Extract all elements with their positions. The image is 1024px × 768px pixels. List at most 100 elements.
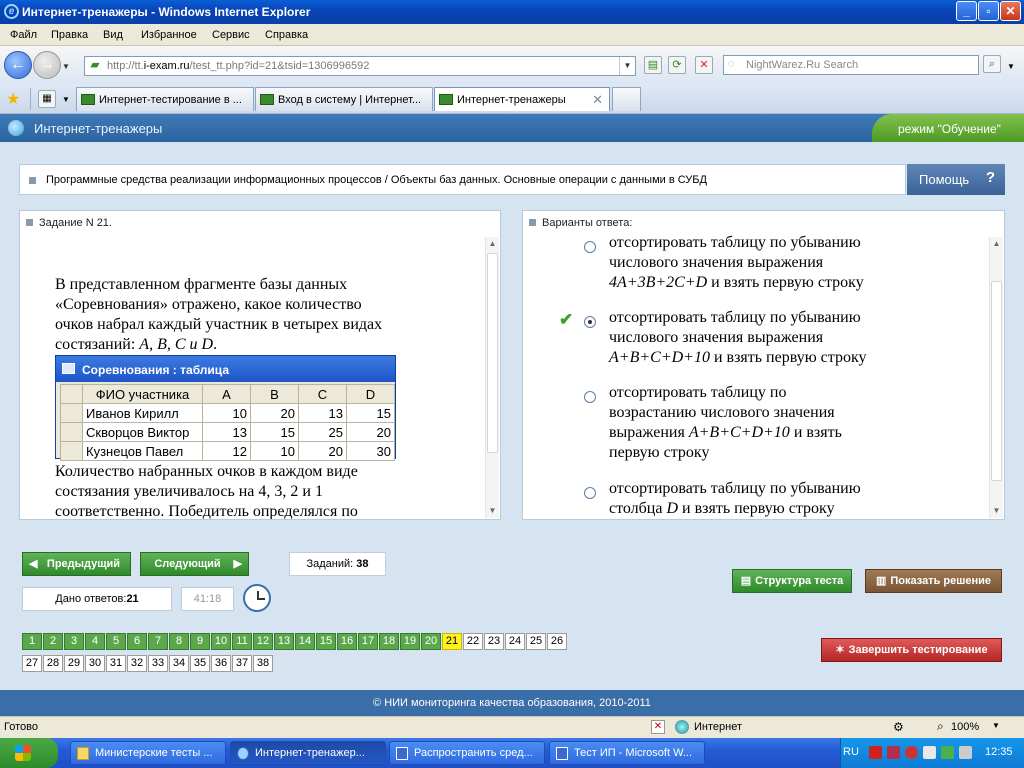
question-number-3[interactable]: 3 xyxy=(64,633,84,650)
tray-volume-icon[interactable] xyxy=(959,746,972,759)
history-dropdown-icon[interactable]: ▼ xyxy=(62,62,70,71)
scroll-down-icon[interactable]: ▼ xyxy=(990,504,1003,518)
forward-arrow-icon[interactable]: → xyxy=(33,51,61,79)
question-number-36[interactable]: 36 xyxy=(211,655,231,672)
question-number-19[interactable]: 19 xyxy=(400,633,420,650)
question-number-18[interactable]: 18 xyxy=(379,633,399,650)
question-number-1[interactable]: 1 xyxy=(22,633,42,650)
answer-option-1[interactable]: отсортировать таблицу по убыванию числов… xyxy=(609,233,904,293)
scroll-thumb[interactable] xyxy=(991,281,1002,481)
menu-tools[interactable]: Сервис xyxy=(212,29,250,41)
tray-kaspersky-icon[interactable] xyxy=(869,746,882,759)
menu-edit[interactable]: Правка xyxy=(51,29,88,41)
test-structure-button[interactable]: ▤ Структура теста xyxy=(732,569,852,593)
next-button[interactable]: Следующий ▶ xyxy=(140,552,249,576)
question-number-23[interactable]: 23 xyxy=(484,633,504,650)
finish-test-button[interactable]: ✶ Завершить тестирование xyxy=(821,638,1002,662)
answer-option-3[interactable]: отсортировать таблицу по возрастанию чис… xyxy=(609,383,904,463)
start-button[interactable] xyxy=(0,738,58,768)
question-number-25[interactable]: 25 xyxy=(526,633,546,650)
answers-scrollbar[interactable]: ▲ ▼ xyxy=(989,237,1003,518)
stop-icon[interactable]: ✕ xyxy=(695,56,713,74)
scroll-thumb[interactable] xyxy=(487,253,498,453)
question-number-27[interactable]: 27 xyxy=(22,655,42,672)
show-solution-button[interactable]: ▥ Показать решение xyxy=(865,569,1002,593)
refresh-icon[interactable]: ⟳ xyxy=(668,56,686,74)
question-number-21[interactable]: 21 xyxy=(442,633,462,650)
question-number-30[interactable]: 30 xyxy=(85,655,105,672)
answer-radio-4[interactable] xyxy=(584,487,596,499)
question-number-15[interactable]: 15 xyxy=(316,633,336,650)
question-number-37[interactable]: 37 xyxy=(232,655,252,672)
compatibility-icon[interactable]: ▤ xyxy=(644,56,662,74)
new-tab-button[interactable] xyxy=(612,87,641,111)
maximize-button[interactable]: ▫ xyxy=(978,1,999,21)
question-number-17[interactable]: 17 xyxy=(358,633,378,650)
question-number-8[interactable]: 8 xyxy=(169,633,189,650)
question-number-34[interactable]: 34 xyxy=(169,655,189,672)
address-field[interactable]: ▰ http://tt.i-exam.ru/test_tt.php?id=21&… xyxy=(84,56,636,76)
question-number-28[interactable]: 28 xyxy=(43,655,63,672)
question-number-26[interactable]: 26 xyxy=(547,633,567,650)
tab-internet-testing[interactable]: Интернет-тестирование в ... xyxy=(76,87,254,111)
search-options-icon[interactable]: ▼ xyxy=(1007,62,1015,71)
taskbar-item-word-1[interactable]: Распространить сред... xyxy=(389,741,545,765)
tab-close-icon[interactable]: ✕ xyxy=(592,92,603,108)
question-number-22[interactable]: 22 xyxy=(463,633,483,650)
taskbar-item-ie[interactable]: Интернет-тренажер... xyxy=(230,741,386,765)
tray-update-icon[interactable] xyxy=(905,746,918,759)
question-number-7[interactable]: 7 xyxy=(148,633,168,650)
question-number-20[interactable]: 20 xyxy=(421,633,441,650)
scroll-down-icon[interactable]: ▼ xyxy=(486,504,499,518)
tab-login[interactable]: Вход в систему | Интернет... xyxy=(255,87,433,111)
question-number-5[interactable]: 5 xyxy=(106,633,126,650)
answer-radio-3[interactable] xyxy=(584,391,596,403)
taskbar-item-word-2[interactable]: Тест ИП - Microsoft W... xyxy=(549,741,705,765)
question-number-6[interactable]: 6 xyxy=(127,633,147,650)
protected-mode-icon[interactable]: ⚙ xyxy=(893,720,904,734)
question-number-9[interactable]: 9 xyxy=(190,633,210,650)
zoom-level[interactable]: 100% xyxy=(951,721,979,733)
answer-option-2[interactable]: отсортировать таблицу по убыванию числов… xyxy=(609,308,904,368)
question-number-32[interactable]: 32 xyxy=(127,655,147,672)
menu-view[interactable]: Вид xyxy=(103,29,123,41)
scroll-up-icon[interactable]: ▲ xyxy=(486,237,499,251)
question-number-29[interactable]: 29 xyxy=(64,655,84,672)
address-dropdown-icon[interactable]: ▼ xyxy=(619,57,635,75)
question-number-35[interactable]: 35 xyxy=(190,655,210,672)
back-arrow-icon[interactable]: ← xyxy=(4,51,32,79)
zoom-icon[interactable]: ⌕ xyxy=(937,719,944,734)
task-scrollbar[interactable]: ▲ ▼ xyxy=(485,237,499,518)
tray-security-icon[interactable] xyxy=(923,746,936,759)
taskbar-item-folder[interactable]: Министерские тесты ... xyxy=(70,741,226,765)
quick-tabs-icon[interactable]: ▦ xyxy=(38,90,56,108)
zoom-dropdown-icon[interactable]: ▼ xyxy=(992,721,1000,730)
scroll-up-icon[interactable]: ▲ xyxy=(990,237,1003,251)
tab-list-icon[interactable]: ▼ xyxy=(62,95,70,104)
question-number-10[interactable]: 10 xyxy=(211,633,231,650)
close-button[interactable]: ✕ xyxy=(1000,1,1021,21)
question-number-2[interactable]: 2 xyxy=(43,633,63,650)
search-input[interactable]: ◌ NightWarez.Ru Search xyxy=(723,55,979,75)
question-number-11[interactable]: 11 xyxy=(232,633,252,650)
menu-help[interactable]: Справка xyxy=(265,29,308,41)
question-number-33[interactable]: 33 xyxy=(148,655,168,672)
help-button[interactable]: Помощь ? xyxy=(907,164,1005,195)
answer-radio-2[interactable] xyxy=(584,316,596,328)
tab-trainers[interactable]: Интернет-тренажеры ✕ xyxy=(434,87,610,111)
question-number-12[interactable]: 12 xyxy=(253,633,273,650)
language-indicator[interactable]: RU xyxy=(843,746,859,758)
question-number-24[interactable]: 24 xyxy=(505,633,525,650)
menu-file[interactable]: Файл xyxy=(10,29,37,41)
minimize-button[interactable]: _ xyxy=(956,1,977,21)
menu-favorites[interactable]: Избранное xyxy=(141,29,197,41)
tray-antivirus-icon[interactable] xyxy=(887,746,900,759)
question-number-14[interactable]: 14 xyxy=(295,633,315,650)
answer-option-4[interactable]: отсортировать таблицу по убыванию столбц… xyxy=(609,479,904,519)
question-number-16[interactable]: 16 xyxy=(337,633,357,650)
question-number-38[interactable]: 38 xyxy=(253,655,273,672)
favorites-star-icon[interactable]: ★ xyxy=(6,89,20,109)
answer-radio-1[interactable] xyxy=(584,241,596,253)
search-icon[interactable]: ⌕ xyxy=(983,55,1001,73)
question-number-4[interactable]: 4 xyxy=(85,633,105,650)
